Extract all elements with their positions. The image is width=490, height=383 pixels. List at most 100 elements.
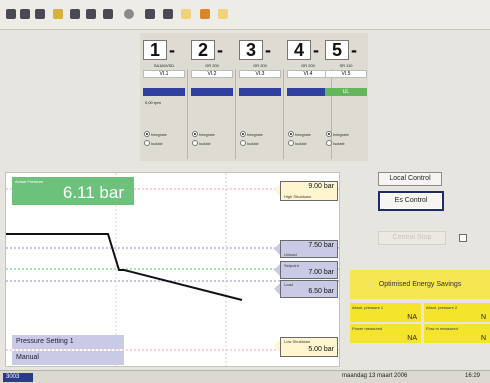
status-id: 3003 [3, 373, 33, 382]
central-stop-checkbox[interactable] [459, 234, 467, 242]
compressor-2[interactable]: 2- GR 200 VI.2 Integrate Isolate [191, 39, 233, 157]
integrate-option[interactable]: Integrate [288, 131, 311, 137]
compressor-model: GR 200 [301, 63, 315, 68]
compressor-header: 3- [239, 39, 291, 61]
compressor-vid: VI.5 [325, 70, 367, 78]
isolate-option[interactable]: Isolate [326, 140, 345, 146]
radio-icon[interactable] [144, 140, 150, 146]
actual-pressure-box: Actual Pressure 6.11 bar [12, 177, 134, 205]
local-control-button[interactable]: Local Control [378, 172, 442, 186]
compressor-1[interactable]: 1- SA160VSD VI.1 0,00 rpm Integrate Isol… [143, 39, 185, 157]
setpoint-value: 7.00 bar [308, 269, 334, 276]
compressor-model: GR 200 [253, 63, 267, 68]
integrate-option[interactable]: Integrate [326, 131, 349, 137]
status-time: 16:29 [465, 373, 481, 379]
mode-label[interactable]: Manual [12, 351, 124, 365]
app-root: 1- SA160VSD VI.1 0,00 rpm Integrate Isol… [0, 0, 490, 383]
isolate-option[interactable]: Isolate [144, 140, 163, 146]
compressor-model: SR 110 [339, 63, 353, 68]
pressure-setting-label[interactable]: Pressure Setting 1 [12, 335, 124, 349]
toolbar [0, 0, 490, 30]
compressor-status-bar [239, 88, 281, 96]
setpoint-label: Setpoint [284, 263, 299, 268]
status-bar: 3003 maandag 13 maart 2006 16:29 [0, 370, 490, 383]
compressor-header: 5- [325, 39, 377, 61]
low-shutdown-label: Low Shutdown [284, 339, 311, 344]
compressor-number: 4 [287, 40, 311, 60]
compressor-model: GR 200 [205, 63, 219, 68]
low-shutdown-value: 5.00 bar [308, 346, 334, 353]
pressure-graph: Actual Pressure 6.11 bar 9.00 bar High S… [5, 172, 340, 367]
compressor-status-bar [287, 88, 329, 96]
pressure-line [6, 233, 243, 301]
unload-label: Unload [284, 252, 297, 257]
high-shutdown-tag: 9.00 bar High Shutdown [274, 181, 338, 201]
compressor-number: 5 [325, 40, 349, 60]
tools-icon[interactable] [35, 9, 45, 19]
print-icon[interactable] [6, 9, 16, 19]
energy-cell: Absol. pressure 2 N [424, 303, 490, 322]
pressure-icon[interactable] [145, 9, 155, 19]
compressor-status-bar [191, 88, 233, 96]
compressor-vid: VI.4 [287, 70, 329, 78]
radio-icon[interactable] [192, 131, 198, 137]
es-control-button[interactable]: Es Control [378, 191, 444, 211]
integrate-option[interactable]: Integrate [240, 131, 263, 137]
user-icon[interactable] [70, 9, 80, 19]
status-date: maandag 13 maart 2006 [342, 373, 408, 379]
compressor-model: SA160VSD [153, 63, 175, 68]
integrate-option[interactable]: Integrate [144, 131, 167, 137]
radio-icon[interactable] [326, 140, 332, 146]
separator [283, 69, 284, 159]
unload-tag: 7.50 bar Unload [274, 240, 338, 258]
compressor-rpm: 0,00 rpm [145, 100, 161, 105]
radio-icon[interactable] [240, 131, 246, 137]
energy-cell: Flow m measured N [424, 324, 490, 343]
radio-icon[interactable] [192, 140, 198, 146]
separator [235, 69, 236, 159]
bottle-icon[interactable] [163, 9, 173, 19]
isolate-option[interactable]: Isolate [240, 140, 259, 146]
setpoint-tag: Setpoint 7.00 bar [274, 261, 338, 279]
low-shutdown-tag: Low Shutdown 5.00 bar [274, 337, 338, 357]
compressor-number: 2 [191, 40, 215, 60]
energy-icon[interactable] [200, 9, 210, 19]
warning-icon[interactable] [53, 9, 63, 19]
radio-icon[interactable] [288, 140, 294, 146]
unload-value: 7.50 bar [308, 242, 334, 249]
compressor-3[interactable]: 3- GR 200 VI.3 Integrate Isolate [239, 39, 281, 157]
high-shutdown-value: 9.00 bar [308, 183, 334, 190]
high-shutdown-label: High Shutdown [284, 194, 312, 199]
isolate-option[interactable]: Isolate [192, 140, 211, 146]
compressor-status-bar: UL [325, 88, 367, 96]
radio-icon[interactable] [326, 131, 332, 137]
actual-pressure-value: 6.11 bar [62, 183, 124, 202]
compressor-number: 1 [143, 40, 167, 60]
integrate-option[interactable]: Integrate [192, 131, 215, 137]
radio-icon[interactable] [288, 131, 294, 137]
compressor-4[interactable]: 4- GR 200 VI.4 Integrate Isolate [287, 39, 329, 157]
compressor-vid: VI.2 [191, 70, 233, 78]
load-label: Load [284, 282, 293, 287]
document-icon[interactable] [181, 9, 191, 19]
settings-icon[interactable] [103, 9, 113, 19]
clock-icon[interactable] [124, 9, 134, 19]
help-icon[interactable] [218, 9, 228, 19]
separator [187, 69, 188, 159]
schedule-icon[interactable] [86, 9, 96, 19]
load-value: 6.50 bar [308, 288, 334, 295]
radio-icon[interactable] [144, 131, 150, 137]
compressor-header: 2- [191, 39, 243, 61]
compressor-header: 1- [143, 39, 195, 61]
actual-pressure-label: Actual Pressure [15, 179, 44, 184]
load-tag: Load 6.50 bar [274, 280, 338, 298]
radio-icon[interactable] [240, 140, 246, 146]
energy-savings-title: Optimised Energy Savings [350, 270, 490, 299]
central-stop-button[interactable]: Central Stop [378, 231, 446, 245]
compressor-vid: VI.1 [143, 70, 185, 78]
save-icon[interactable] [20, 9, 30, 19]
compressor-status-bar [143, 88, 185, 96]
compressor-panel: 1- SA160VSD VI.1 0,00 rpm Integrate Isol… [140, 33, 368, 161]
isolate-option[interactable]: Isolate [288, 140, 307, 146]
compressor-5[interactable]: 5- SR 110 VI.5 UL Integrate Isolate [325, 39, 367, 157]
